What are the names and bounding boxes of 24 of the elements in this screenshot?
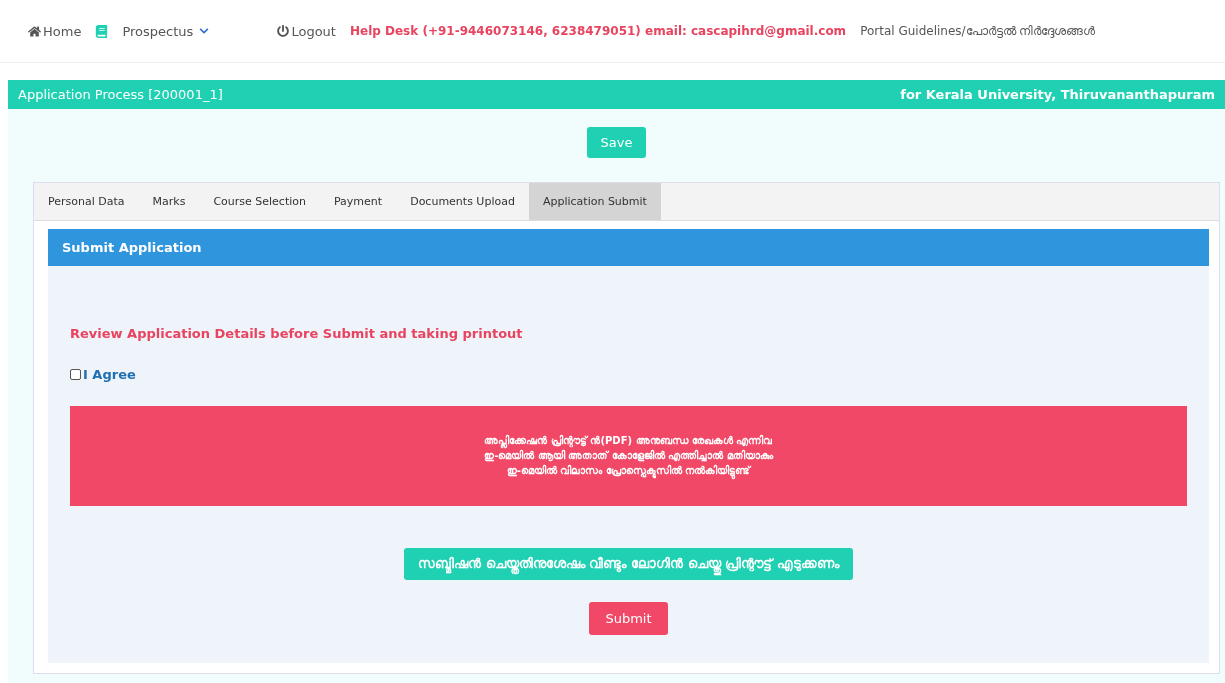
- home-link[interactable]: Home: [28, 23, 82, 39]
- home-icon: [28, 24, 41, 38]
- prospectus-menu[interactable]: Prospectus: [122, 23, 210, 39]
- power-icon: [277, 25, 290, 37]
- tab[interactable]: Course Selection: [199, 183, 320, 220]
- panel-header: Submit Application: [48, 229, 1209, 266]
- book-icon: [95, 24, 109, 38]
- portal-guidelines-link[interactable]: Portal Guidelines/പോർട്ടൽ നിർദ്ദേശങ്ങൾ: [860, 24, 1096, 38]
- review-notice: Review Application Details before Submit and taking printout: [70, 326, 524, 341]
- agree-checkbox[interactable]: [70, 369, 81, 380]
- chevron-down-icon: [199, 26, 210, 36]
- tab[interactable]: Payment: [320, 183, 397, 220]
- submit-button[interactable]: Submit: [589, 602, 668, 635]
- tab[interactable]: Personal Data: [34, 183, 139, 220]
- help-desk-info: Help Desk (+91-9446073146, 6238479051) email: cascapihrd@gmail.com: [349, 24, 847, 38]
- logout-link[interactable]: Logout: [277, 23, 336, 39]
- university-name: for Kerala University, Thiruvananthapuram: [900, 87, 1215, 102]
- tab[interactable]: Documents Upload: [396, 183, 529, 220]
- alert-text: ഇ-മെയിൽ ആയി അതാത് കോളേജിൽ എത്തിച്ചാൽ മതിയാകും: [484, 450, 773, 462]
- reprint-note: സബ്മിഷൻ ചെയ്തതിനുശേഷം വീണ്ടും ലോഗിൻ ചെയ്തു പ്രിന്റൗട്ട് എടുക്കണം: [404, 548, 853, 580]
- tab[interactable]: Application Submit: [528, 183, 661, 220]
- tab[interactable]: Marks: [138, 183, 200, 220]
- agree-label: I Agree: [83, 367, 136, 382]
- process-title: Application Process [200001_1]: [18, 87, 223, 102]
